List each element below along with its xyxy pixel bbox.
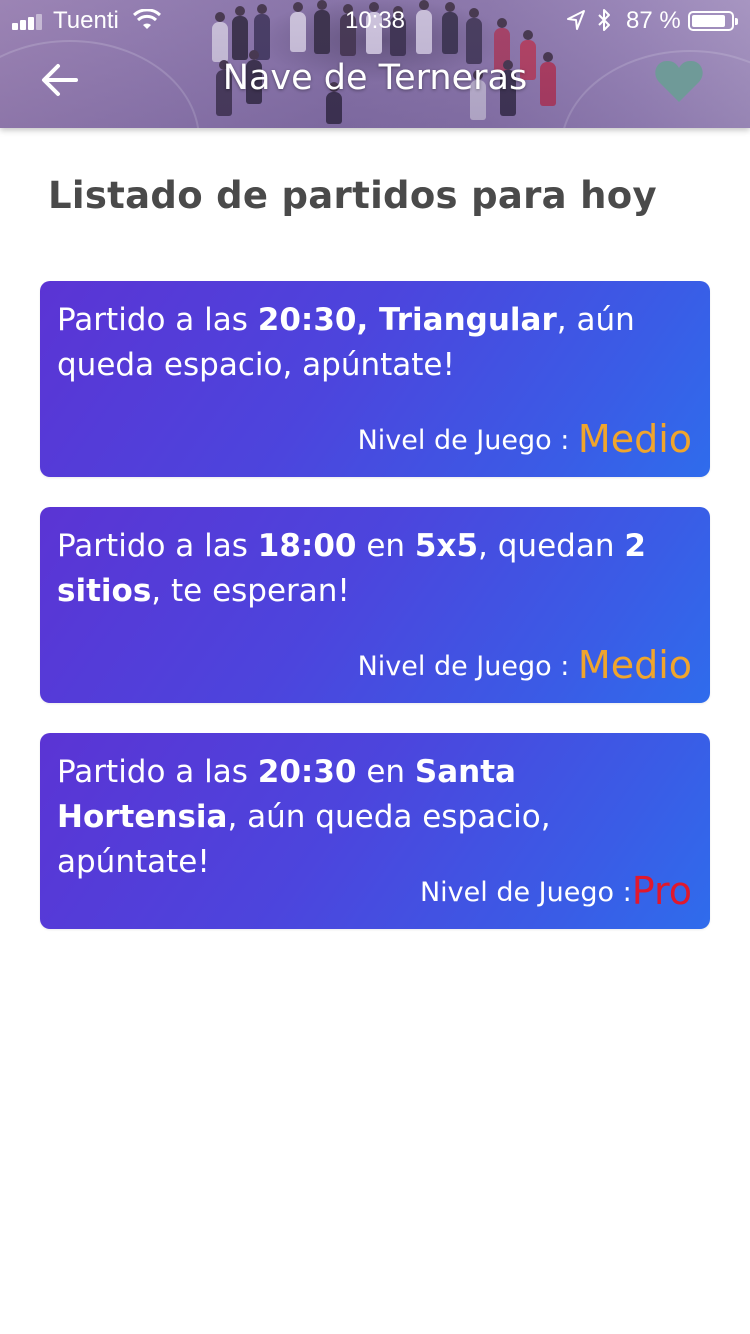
level-value: Medio [577,417,692,461]
level-value: Medio [577,643,692,687]
level-label: Nivel de Juego : [357,425,578,456]
match-text-part: Partido a las [57,302,258,338]
level-value: Pro [631,869,692,913]
match-text-part: Partido a las [57,528,258,564]
match-description: Partido a las 18:00 en 5x5, quedan 2 sit… [57,524,697,614]
match-highlight: 20:30, Triangular [257,302,557,338]
match-description: Partido a las 20:30 en Santa Hortensia, … [57,750,697,885]
match-text-part: Partido a las [57,754,258,790]
match-description: Partido a las 20:30, Triangular, aún que… [57,298,697,388]
heart-icon [655,60,703,102]
match-text-part: en [356,528,415,564]
match-card[interactable]: Partido a las 18:00 en 5x5, quedan 2 sit… [40,507,710,703]
location-icon [567,10,585,30]
level-info: Nivel de Juego :Pro [420,869,692,913]
page-title: Nave de Terneras [222,58,528,98]
match-text-part: , quedan [478,528,625,564]
battery-percent: 87 % [626,7,681,34]
match-highlight: 5x5 [414,528,479,564]
match-text-part: en [356,754,415,790]
match-card[interactable]: Partido a las 20:30, Triangular, aún que… [40,281,710,477]
match-card[interactable]: Partido a las 20:30 en Santa Hortensia, … [40,733,710,929]
bluetooth-icon [598,9,610,31]
match-text-part: , te esperan! [151,573,350,609]
level-info: Nivel de Juego : Medio [358,417,692,461]
favorite-button[interactable] [654,58,704,104]
section-title: Listado de partidos para hoy [48,174,657,217]
battery-icon [688,11,738,31]
level-info: Nivel de Juego : Medio [358,643,692,687]
level-label: Nivel de Juego : [419,877,632,908]
level-label: Nivel de Juego : [357,651,578,682]
status-bar: Tuenti 10:38 87 % [0,0,750,40]
match-highlight: 18:00 [257,528,357,564]
match-highlight: 20:30 [257,754,357,790]
